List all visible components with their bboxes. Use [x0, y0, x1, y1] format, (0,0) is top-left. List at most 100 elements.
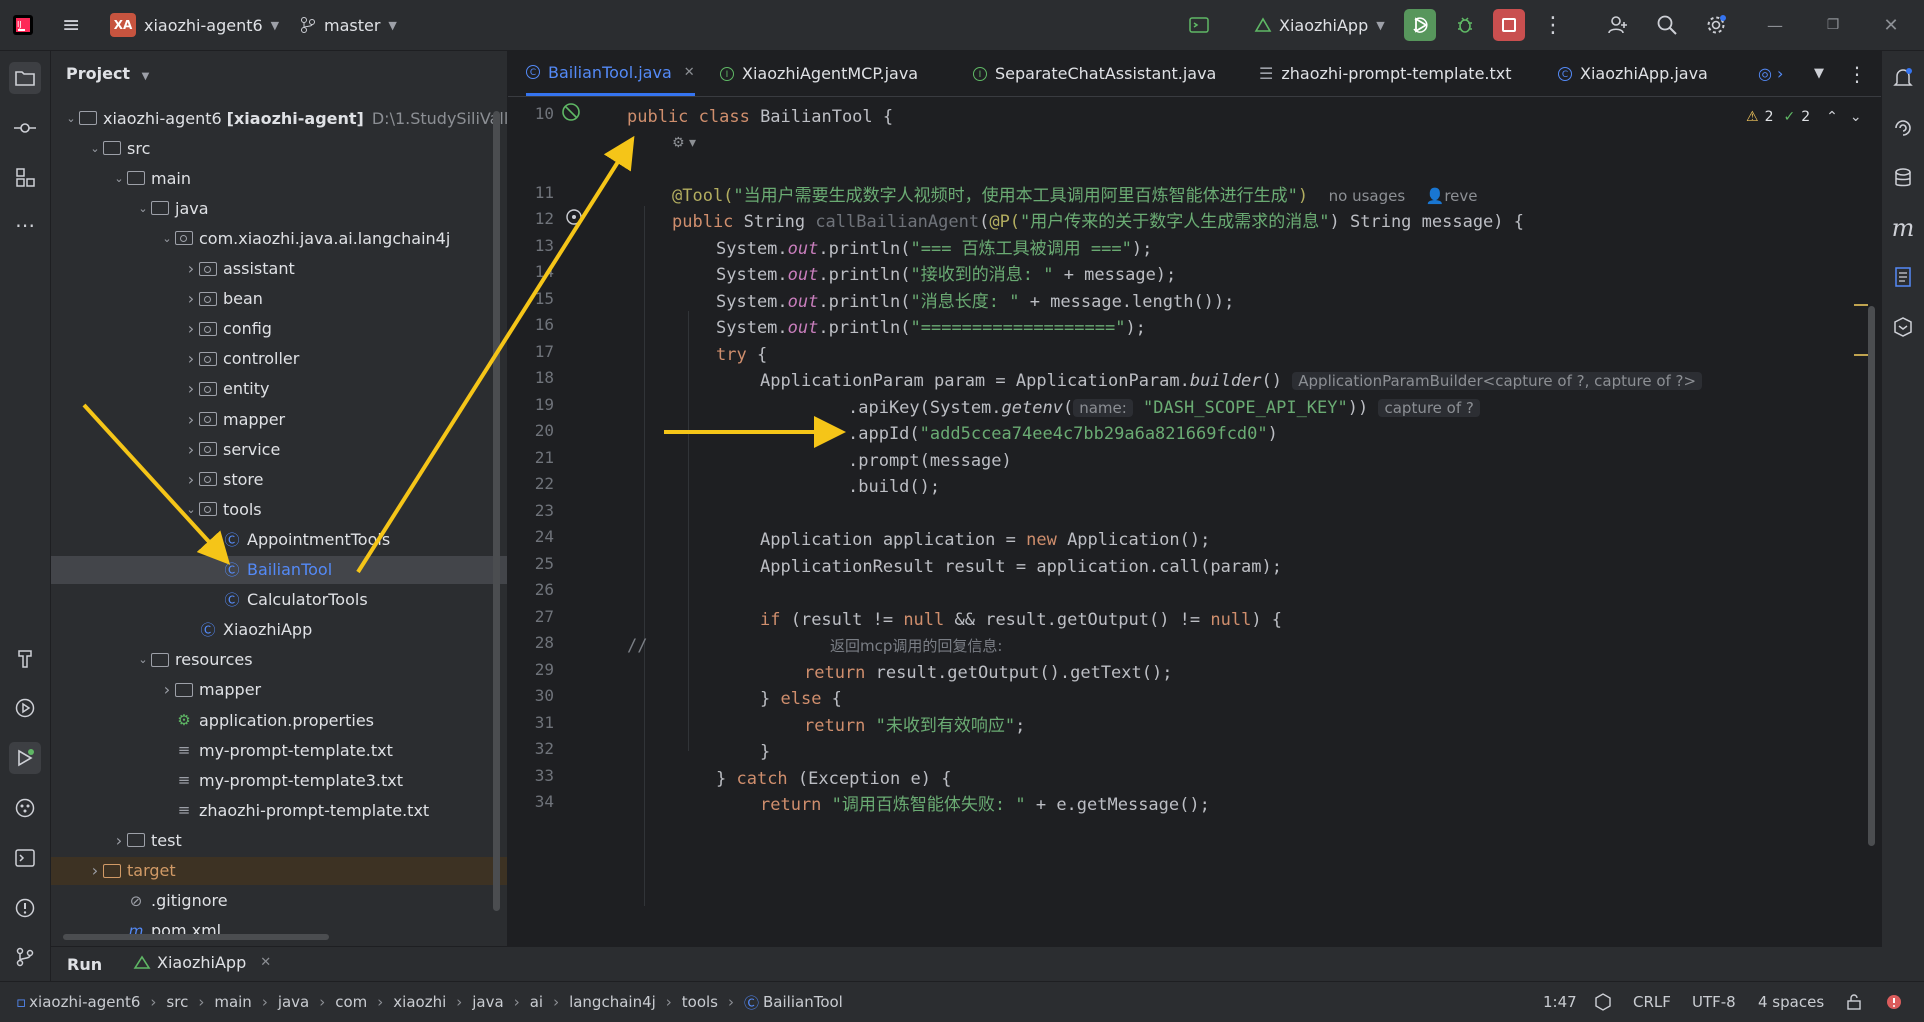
tree-item[interactable]: Ⓒ AppointmentTools	[51, 525, 507, 553]
stop-button[interactable]	[1493, 9, 1525, 41]
author-hint[interactable]: 👤reve	[1426, 187, 1478, 205]
tree-item[interactable]: › test	[51, 826, 507, 854]
ai-assist-hint-icon[interactable]: ⚙ ▾	[672, 130, 696, 156]
param-inlay-hint[interactable]: name:	[1073, 399, 1133, 417]
search-icon[interactable]	[1651, 9, 1683, 41]
problems-icon[interactable]	[9, 892, 41, 924]
build-hammer-icon[interactable]	[9, 642, 41, 674]
bean-gutter-icon[interactable]	[560, 101, 582, 127]
app-logo-icon[interactable]: IJ	[12, 0, 34, 50]
run-panel-title[interactable]: Run	[67, 955, 102, 974]
tree-item[interactable]: ≡ my-prompt-template.txt	[51, 736, 507, 764]
next-highlight-icon[interactable]: ⌄	[1850, 109, 1862, 125]
type-inlay-hint[interactable]: capture of ?	[1378, 399, 1480, 417]
tree-item[interactable]: ≡ my-prompt-template3.txt	[51, 766, 507, 794]
run-config-tab[interactable]: XiaozhiApp ✕	[133, 953, 271, 972]
error-indicator-icon[interactable]	[1885, 982, 1903, 1022]
read-only-lock-icon[interactable]	[1845, 982, 1863, 1022]
chevron-down-icon[interactable]: ⌄	[63, 112, 79, 125]
tree-item[interactable]: › entity	[51, 375, 507, 403]
chevron-down-icon[interactable]: ⌄	[159, 232, 175, 245]
terminal-tool-icon[interactable]	[9, 842, 41, 874]
tree-item[interactable]: ⌄ com.xiaozhi.java.ai.langchain4j	[51, 224, 507, 252]
line-separator[interactable]: CRLF	[1633, 982, 1671, 1022]
chevron-right-icon[interactable]: ›	[183, 410, 199, 429]
tab-zhaozhi-prompt-template[interactable]: ☰ zhaozhi-prompt-template.txt	[1259, 51, 1512, 96]
rerun-button[interactable]	[1404, 9, 1436, 41]
notifications-bell-icon[interactable]	[1887, 62, 1919, 94]
run-tool-icon[interactable]	[9, 742, 41, 774]
tree-item[interactable]: ⊘ .gitignore	[51, 887, 507, 915]
close-tab-icon[interactable]: ✕	[260, 955, 271, 970]
tree-item[interactable]: m pom.xml	[51, 917, 507, 945]
indent-setting[interactable]: 4 spaces	[1758, 982, 1824, 1022]
editor-vertical-scrollbar[interactable]	[1868, 306, 1875, 846]
close-tab-icon[interactable]: ✕	[684, 65, 695, 80]
minimize-window-icon[interactable]: —	[1759, 9, 1791, 41]
more-tools-icon[interactable]: ⋯	[9, 209, 41, 241]
tree-item[interactable]: ⌄ tools	[51, 495, 507, 523]
run-config-selector[interactable]: XiaozhiApp ▼	[1253, 0, 1385, 50]
breadcrumb-item[interactable]: BailianTool	[763, 993, 843, 1011]
chevron-down-icon[interactable]: ⌄	[135, 653, 151, 666]
tab-bailiantool[interactable]: C BailianTool.java ✕	[526, 51, 695, 96]
type-inlay-hint[interactable]: ApplicationParamBuilder<capture of ?, ca…	[1292, 372, 1703, 390]
tree-item[interactable]: › bean	[51, 285, 507, 313]
tab-xiaozhiagentmcp[interactable]: I XiaozhiAgentMCP.java	[720, 51, 918, 96]
breadcrumb-item[interactable]: java	[472, 993, 503, 1011]
restore-window-icon[interactable]: ❐	[1817, 9, 1849, 41]
add-user-icon[interactable]	[1602, 9, 1634, 41]
chevron-down-icon[interactable]: ⌄	[111, 172, 127, 185]
commit-icon[interactable]	[9, 112, 41, 144]
chevron-right-icon[interactable]: ›	[159, 680, 175, 699]
chevron-right-icon[interactable]: ›	[183, 470, 199, 489]
structure-icon[interactable]	[9, 161, 41, 193]
tree-item[interactable]: ≡ zhaozhi-prompt-template.txt	[51, 796, 507, 824]
close-window-icon[interactable]: ✕	[1875, 9, 1907, 41]
tree-item[interactable]: › target	[51, 856, 507, 885]
file-encoding[interactable]: UTF-8	[1692, 982, 1736, 1022]
chevron-right-icon[interactable]: ›	[183, 259, 199, 278]
project-folder-icon[interactable]	[9, 62, 41, 94]
tree-item[interactable]: › mapper	[51, 676, 507, 704]
plugins-icon[interactable]	[9, 792, 41, 824]
chevron-down-icon[interactable]: ⌄	[135, 202, 151, 215]
ai-assistant-icon[interactable]	[1887, 112, 1919, 144]
ai-status-icon[interactable]	[1593, 982, 1613, 1022]
git-icon[interactable]	[9, 941, 41, 973]
breadcrumb-item[interactable]: com	[335, 993, 367, 1011]
debug-icon[interactable]	[1449, 9, 1481, 41]
more-tabs-icon[interactable]: ◎ ›	[1758, 51, 1783, 96]
more-actions-icon[interactable]: ⋮	[1537, 9, 1569, 41]
main-menu-icon[interactable]: ≡	[62, 0, 80, 50]
breadcrumb-item[interactable]: src	[166, 993, 188, 1011]
tree-item[interactable]: ⌄ src	[51, 134, 507, 162]
tab-options-icon[interactable]: ⋮	[1847, 51, 1867, 96]
warning-stripe-marker[interactable]	[1854, 304, 1868, 306]
tree-item[interactable]: Ⓒ BailianTool	[51, 555, 507, 584]
breadcrumb-item[interactable]: xiaozhi	[393, 993, 446, 1011]
tree-item[interactable]: › controller	[51, 345, 507, 373]
chevron-right-icon[interactable]: ›	[183, 289, 199, 308]
tree-item[interactable]: ⌄ main	[51, 164, 507, 192]
warning-stripe-marker[interactable]	[1854, 354, 1868, 356]
inspections-widget[interactable]: ⚠ 2 ✓ 2 ⌃ ⌄	[1746, 109, 1862, 125]
usages-hint[interactable]: no usages	[1329, 187, 1406, 205]
tab-xiaozhiapp[interactable]: C XiaozhiApp.java	[1558, 51, 1708, 96]
breadcrumb-item[interactable]: main	[214, 993, 251, 1011]
branch-switcher[interactable]: master ▼	[300, 0, 397, 50]
database-icon[interactable]	[1887, 162, 1919, 194]
tree-item[interactable]: › store	[51, 465, 507, 493]
tree-item[interactable]: › assistant	[51, 255, 507, 283]
caret-position[interactable]: 1:47	[1543, 982, 1577, 1022]
settings-gear-icon[interactable]	[1700, 9, 1732, 41]
chevron-right-icon[interactable]: ›	[183, 319, 199, 338]
document-icon[interactable]	[1887, 261, 1919, 293]
chevron-right-icon[interactable]: ›	[111, 831, 127, 850]
tree-item[interactable]: ⚙ application.properties	[51, 706, 507, 734]
breadcrumb-item[interactable]: ai	[530, 993, 543, 1011]
chevron-right-icon[interactable]: ›	[183, 349, 199, 368]
services-icon[interactable]	[9, 692, 41, 724]
tree-item[interactable]: ⌄ resources	[51, 646, 507, 674]
tree-item[interactable]: › config	[51, 315, 507, 343]
